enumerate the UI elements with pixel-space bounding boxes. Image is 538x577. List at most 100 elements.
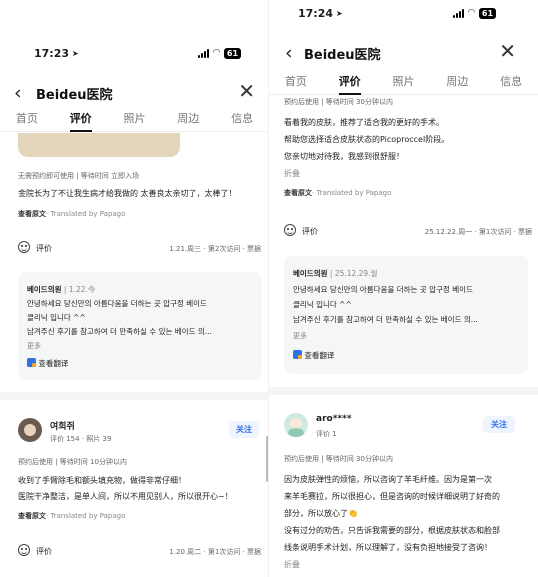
reply-line: 클리닉 입니다 ^^ <box>293 300 352 309</box>
reply-date: 25.12.29.월 <box>334 269 378 278</box>
review-meta: 预约后使用 | 等待时间 10分钟以内 <box>18 458 127 466</box>
view-original-link[interactable]: 查看原文 <box>284 189 312 197</box>
reply-hospital-name: 베이드의원 <box>293 269 328 278</box>
view-translation-button[interactable]: 查看翻译 <box>27 358 68 369</box>
avatar[interactable] <box>284 413 308 437</box>
review-line: 部分，所以放心了👏 <box>284 509 358 518</box>
review-meta: 无需预约即可使用 | 等待时间 立即入场 <box>18 172 140 180</box>
fold-link[interactable]: 折叠 <box>284 168 300 179</box>
review-line: 因为皮肤弹性的烦恼，所以咨询了羊毛纤维。因为是第一次 <box>284 475 492 484</box>
review-line: 您亲切地对待我，我感到很舒服！ <box>284 152 404 161</box>
reply-header: 베이드의원 | 25.12.29.월 <box>293 269 378 278</box>
smile-icon[interactable] <box>284 224 296 236</box>
location-arrow-icon: ➤ <box>72 48 79 58</box>
visit-info: 1.20.周二 · 第1次访问 · 票据 <box>169 548 261 556</box>
review-line: 帮助您选择适合皮肤状态的Picoproccel阶段。 <box>284 135 450 144</box>
translate-icon <box>27 358 36 367</box>
status-bar: 17:24 ➤ ◠ 61 <box>269 2 538 24</box>
reviewer-stats: 评价 1 <box>316 430 337 438</box>
section-separator <box>0 392 269 400</box>
signal-icon <box>198 48 209 58</box>
wifi-icon: ◠ <box>213 48 220 58</box>
smile-icon[interactable] <box>18 241 30 253</box>
tab-photos[interactable]: 照片 <box>108 106 162 131</box>
status-bar: 17:23 ➤ ◠ 61 <box>0 42 269 64</box>
page-title: Beideu医院 <box>36 88 113 103</box>
review-text: 金院长为了不让我生病才给我做的 太善良太亲切了，太棒了！ <box>18 189 237 198</box>
reply-line: 남겨주신 후기를 참고하여 더 만족하실 수 있는 베이드 의... <box>293 315 478 324</box>
reply-line: 안녕하세요 당신만의 아름다움을 더하는 곳 압구정 베이드 <box>293 285 473 294</box>
rate-label[interactable]: 评价 <box>36 243 52 254</box>
visit-info: 1.21.周三 · 第2次访问 · 票据 <box>169 245 261 253</box>
rate-label[interactable]: 评价 <box>302 226 318 237</box>
back-chevron-icon[interactable]: ‹ <box>285 43 293 63</box>
translated-by: · Translated by Papago <box>46 512 126 520</box>
reply-line: 클리닉 입니다 ^^ <box>27 313 86 322</box>
tab-bar: 首页 评价 照片 周边 信息 <box>269 69 538 95</box>
follow-button[interactable]: 关注 <box>229 421 259 438</box>
status-icons: ◠ 61 <box>453 7 497 19</box>
review-line: 看着我的皮肤，推荐了适合我的更好的手术。 <box>284 118 444 127</box>
tab-photos[interactable]: 照片 <box>377 69 431 94</box>
follow-button[interactable]: 关注 <box>483 416 515 433</box>
tab-bar: 首页 评价 照片 周边 信息 <box>0 106 269 132</box>
tab-nearby[interactable]: 周边 <box>430 69 484 94</box>
view-translation-label: 查看翻译 <box>38 359 69 368</box>
review-line: 线条说明手术计划，所以理解了，没有负担地接受了咨询！ <box>284 543 492 552</box>
left-phone-screen: 17:23 ➤ ◠ 61 ‹ Beideu医院 ✕ 首页 评价 照片 周边 信息… <box>0 0 269 577</box>
tab-info[interactable]: 信息 <box>484 69 538 94</box>
reviewer-name[interactable]: aro**** <box>316 414 352 424</box>
reply-hospital-name: 베이드의원 <box>27 285 62 294</box>
smile-icon[interactable] <box>18 544 30 556</box>
tab-nearby[interactable]: 周边 <box>161 106 215 131</box>
reviewer-stats: 评价 154 · 照片 39 <box>50 435 112 443</box>
nav-header: ‹ Beideu医院 ✕ <box>0 78 269 108</box>
review-photo[interactable] <box>18 133 180 157</box>
close-icon[interactable]: ✕ <box>238 81 255 101</box>
rate-label[interactable]: 评价 <box>36 546 52 557</box>
review-line: 没有过分的劝告，只告诉我需要的部分，根据皮肤状态和脸部 <box>284 526 500 535</box>
nav-header: ‹ Beideu医院 ✕ <box>269 38 538 68</box>
signal-icon <box>453 8 464 18</box>
close-icon[interactable]: ✕ <box>499 41 516 61</box>
reply-more-link[interactable]: 更多 <box>293 331 307 341</box>
status-time: 17:24 <box>298 6 334 20</box>
visit-info: 25.12.22.周一 · 第1次访问 · 票据 <box>424 228 532 236</box>
battery-icon: 61 <box>478 7 497 19</box>
translated-by: · Translated by Papago <box>312 189 392 197</box>
clock: 17:23 ➤ <box>34 47 79 60</box>
translation-credit: 查看原文· Translated by Papago <box>18 209 125 219</box>
clock: 17:24 ➤ <box>298 7 343 20</box>
avatar[interactable] <box>18 418 42 442</box>
translation-credit: 查看原文· Translated by Papago <box>284 188 391 198</box>
translation-credit: 查看原文· Translated by Papago <box>18 511 125 521</box>
view-translation-button[interactable]: 查看翻译 <box>293 350 334 361</box>
reviewer-name[interactable]: 여희쥐 <box>50 419 75 432</box>
review-meta: 预约后使用 | 等待时间 30分钟以内 <box>284 98 393 106</box>
tab-home[interactable]: 首页 <box>0 106 54 131</box>
back-chevron-icon[interactable]: ‹ <box>14 83 22 103</box>
view-original-link[interactable]: 查看原文 <box>18 512 46 520</box>
view-translation-label: 查看翻译 <box>304 351 335 360</box>
tab-reviews[interactable]: 评价 <box>323 69 377 95</box>
review-line: 收到了手臂除毛和额头填充物，做得非常仔细！ <box>18 476 186 485</box>
section-separator <box>269 387 538 395</box>
fold-link[interactable]: 折叠 <box>284 559 300 570</box>
review-meta: 预约后使用 | 等待时间 30分钟以内 <box>284 455 393 463</box>
location-arrow-icon: ➤ <box>336 8 343 18</box>
reply-line: 안녕하세요 당신만의 아름다움을 더하는 곳 압구정 베이드 <box>27 299 207 308</box>
tab-home[interactable]: 首页 <box>269 69 323 94</box>
view-original-link[interactable]: 查看原文 <box>18 210 46 218</box>
translated-by: · Translated by Papago <box>46 210 126 218</box>
tab-reviews[interactable]: 评价 <box>54 106 108 132</box>
review-line: 医院干净整洁，是单人间，所以不用见别人，所以很开心~！ <box>18 492 233 501</box>
wifi-icon: ◠ <box>468 8 475 18</box>
reply-line: 남겨주신 후기를 참고하여 더 만족하실 수 있는 베이드 의... <box>27 327 212 336</box>
status-icons: ◠ 61 <box>198 47 242 59</box>
battery-icon: 61 <box>223 47 242 59</box>
right-phone-screen: 17:24 ➤ ◠ 61 ‹ Beideu医院 ✕ 首页 评价 照片 周边 信息… <box>269 0 538 577</box>
reply-header: 베이드의원 | 1.22.今 <box>27 285 96 294</box>
tab-info[interactable]: 信息 <box>215 106 269 131</box>
translate-icon <box>293 350 302 359</box>
reply-more-link[interactable]: 更多 <box>27 341 41 351</box>
